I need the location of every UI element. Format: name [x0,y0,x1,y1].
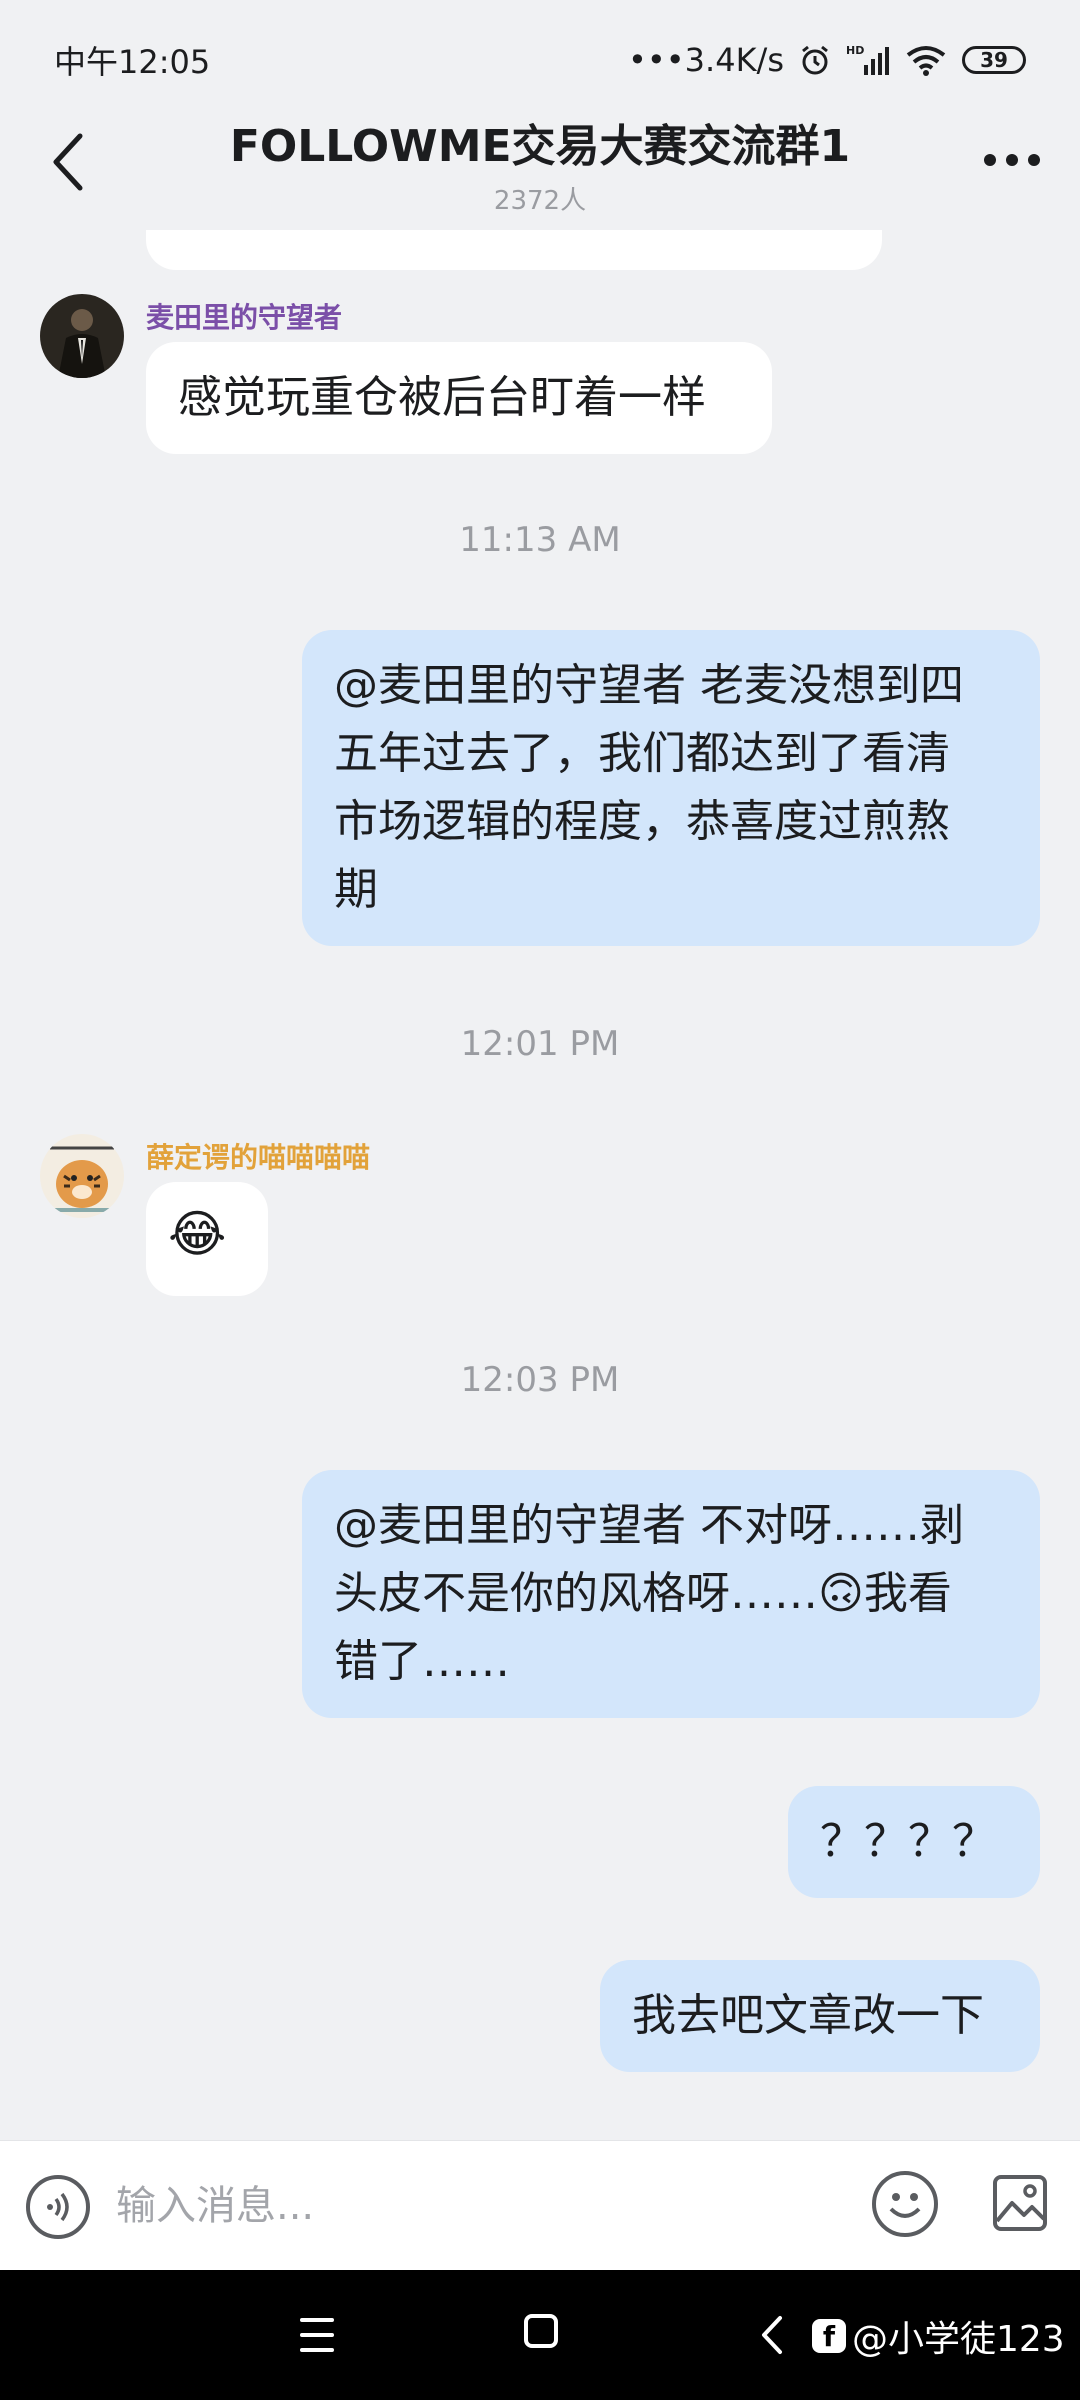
message-line: 头皮不是你的风格呀……🙃我看 [334,1568,952,1619]
message-bubble[interactable]: 😂 [146,1182,268,1296]
menu-line [300,2332,334,2337]
signal-icon: HD [846,43,890,77]
voice-button[interactable] [26,2175,90,2239]
previous-message-bubble [146,230,882,270]
page-title: FOLLOWME交易大赛交流群1 [229,121,851,172]
more-button[interactable] [974,130,1050,190]
timestamp: 12:03 PM [460,1360,620,1400]
sender-name[interactable]: 麦田里的守望者 [146,296,342,336]
network-speed: •••3.4K/s [628,41,784,79]
image-button[interactable] [992,2173,1048,2233]
message-bubble[interactable]: @麦田里的守望者 不对呀……剥 头皮不是你的风格呀……🙃我看 错了…… [302,1470,1040,1718]
message-line: 五年过去了，我们都达到了看清 [334,728,950,779]
emoji-icon [889,2193,921,2218]
more-icon [984,154,996,166]
wifi-icon [904,43,948,77]
message-line: 市场逻辑的程度，恭喜度过煎熬 [334,796,950,847]
member-count: 2372人 [493,186,587,216]
watermark: f @小学徒123 [812,2308,1065,2364]
timestamp: 12:01 PM [460,1024,620,1064]
battery-level: 39 [980,48,1008,72]
menu-line [300,2348,334,2353]
system-nav-bar: f @小学徒123 [0,2270,1080,2400]
chat-area[interactable]: 麦田里的守望者 感觉玩重仓被后台盯着一样 11:13 AM @麦田里的守望者 老… [0,230,1080,2140]
message-bubble[interactable]: 感觉玩重仓被后台盯着一样 [146,342,772,454]
message-bubble[interactable]: ？？？？ [788,1786,1040,1898]
message-input[interactable] [116,2171,816,2241]
watermark-logo-icon: f [812,2319,846,2353]
menu-line [300,2317,334,2322]
voice-icon [47,2192,69,2222]
input-bar [0,2140,1080,2270]
alarm-icon [798,43,832,77]
message-line: @麦田里的守望者 老麦没想到四 [334,660,964,711]
avatar[interactable] [40,294,124,378]
message-bubble[interactable]: 我去吧文章改一下 [600,1960,1040,2072]
message-text: ？？？？ [820,1816,996,1867]
svg-text:HD: HD [846,44,864,57]
message-line: 期 [334,864,378,915]
emoji-message: 😂 [168,1205,227,1263]
message-bubble[interactable]: @麦田里的守望者 老麦没想到四 五年过去了，我们都达到了看清 市场逻辑的程度，恭… [302,630,1040,946]
message-line: 错了…… [334,1636,510,1687]
avatar[interactable] [40,1134,124,1218]
message-line: @麦田里的守望者 不对呀……剥 [334,1500,964,1551]
timestamp: 11:13 AM [459,520,621,560]
home-icon[interactable] [524,2314,558,2348]
status-time: 中午12:05 [54,43,211,81]
battery-icon: 39 [962,46,1026,74]
menu-icon[interactable] [300,2312,334,2358]
message-text: 感觉玩重仓被后台盯着一样 [178,372,706,423]
nav-back-icon[interactable] [752,2310,792,2360]
emoji-button[interactable] [872,2171,938,2237]
sender-name[interactable]: 薛定谔的喵喵喵喵 [146,1136,370,1176]
more-icon-dot [1006,154,1018,166]
status-icons: •••3.4K/s HD 39 [628,41,1026,79]
chat-header: FOLLOWME交易大赛交流群1 2372人 [0,100,1080,230]
watermark-text: @小学徒123 [852,2319,1065,2360]
image-icon [993,2175,1047,2231]
more-icon-dot [1028,154,1040,166]
message-text: 我去吧文章改一下 [632,1990,984,2041]
